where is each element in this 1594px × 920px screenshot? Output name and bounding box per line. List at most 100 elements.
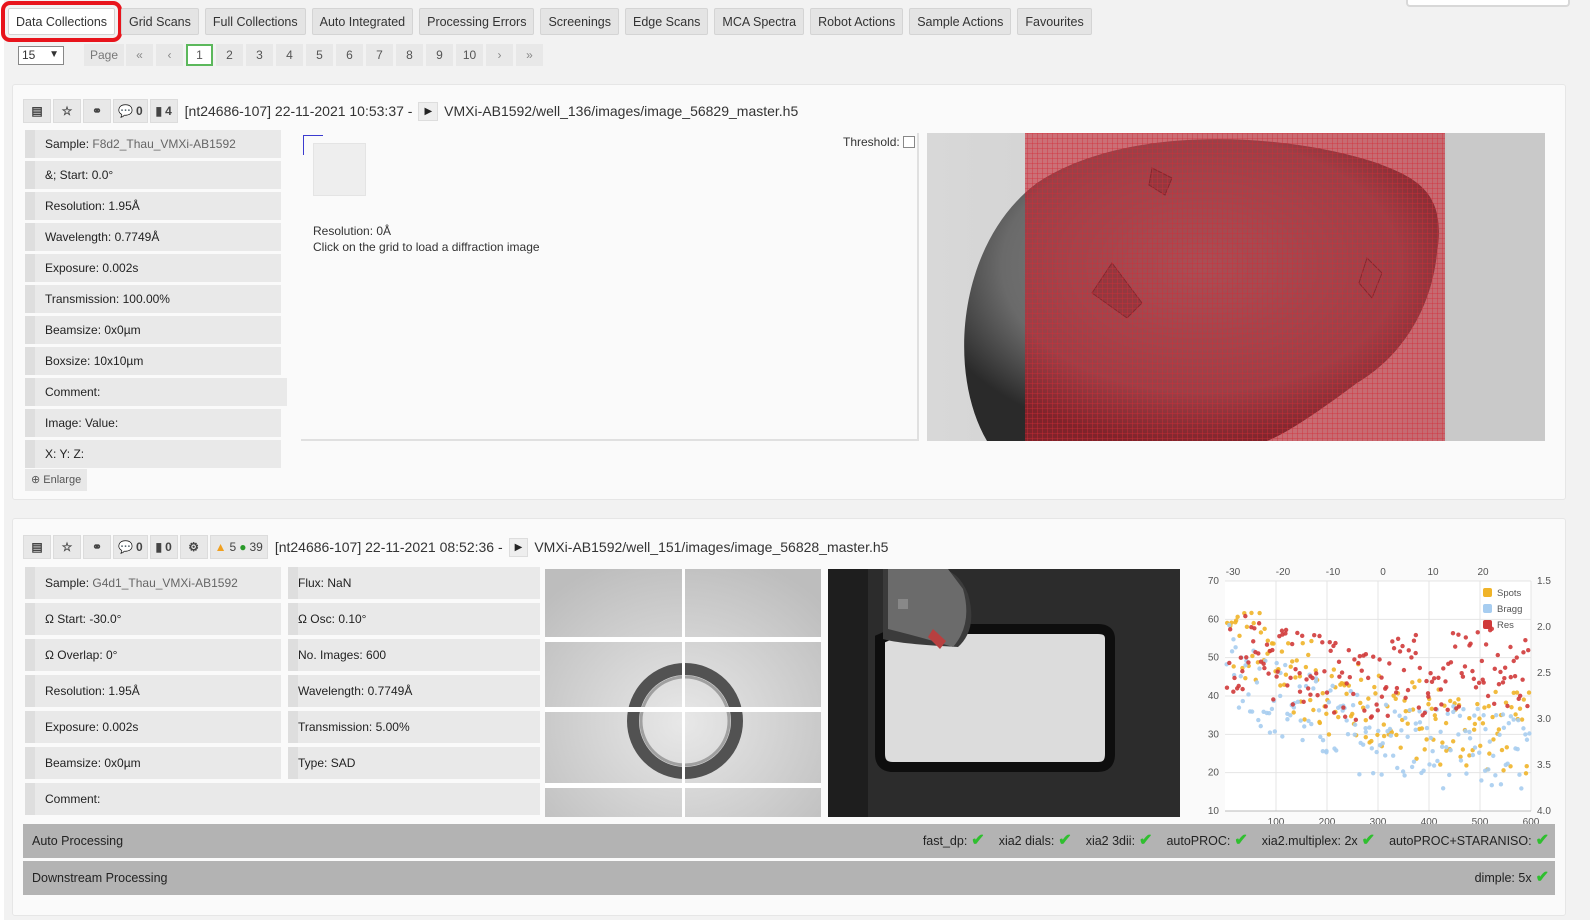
- proc-autoproc[interactable]: autoPROC: ✔: [1166, 824, 1247, 858]
- files-button[interactable]: ▮ 0: [149, 535, 178, 559]
- play-icon[interactable]: ▶: [418, 101, 439, 121]
- permalink-button[interactable]: ⚭: [83, 535, 111, 559]
- data-point-res: [1240, 686, 1245, 692]
- grid-scan-image[interactable]: [927, 133, 1545, 441]
- logbook-button[interactable]: ▤: [23, 535, 51, 559]
- page-link[interactable]: 4: [276, 44, 303, 66]
- play-icon[interactable]: ▶: [508, 537, 529, 557]
- diffraction-viewer[interactable]: Resolution: 0Å Click on the grid to load…: [301, 133, 919, 441]
- data-point-spots: [1443, 720, 1449, 726]
- proc-xia2-3dii[interactable]: xia2 3dii: ✔: [1086, 824, 1153, 858]
- data-point-bragg: [1417, 709, 1422, 714]
- proc-autoproc-staraniso[interactable]: autoPROC+STARANISO: ✔: [1389, 824, 1549, 858]
- data-point-bragg: [1240, 698, 1245, 704]
- favourite-button[interactable]: ☆: [53, 535, 81, 559]
- tab-full-collections[interactable]: Full Collections: [204, 8, 306, 35]
- tab-processing-errors[interactable]: Processing Errors: [419, 8, 535, 35]
- info-omega-osc: Ω Osc: 0.10°: [288, 603, 540, 635]
- page-link[interactable]: 3: [246, 44, 273, 66]
- tab-mca-spectra[interactable]: MCA Spectra: [714, 8, 805, 35]
- files-button[interactable]: ▮ 4: [149, 99, 178, 123]
- per-page-select[interactable]: 15 ▼: [18, 45, 64, 65]
- next-page-button[interactable]: ›: [486, 44, 513, 66]
- collection-date: [nt24686-107] 22-11-2021 08:52:36 -: [274, 539, 503, 555]
- downstream-processing-bar[interactable]: Downstream Processing dimple: 5x ✔: [23, 861, 1555, 895]
- diffraction-image[interactable]: [545, 569, 821, 817]
- auto-processing-bar[interactable]: Auto Processing fast_dp: ✔ xia2 dials: ✔ x…: [23, 824, 1555, 858]
- data-point-bragg: [1467, 729, 1472, 735]
- page-link[interactable]: 9: [426, 44, 453, 66]
- data-point-bragg: [1427, 762, 1432, 767]
- data-point-bragg: [1501, 725, 1507, 730]
- favourite-button[interactable]: ☆: [53, 99, 81, 123]
- x-top-tick-label: -20: [1276, 567, 1291, 578]
- info-omega-start: Ω Start: -30.0°: [25, 603, 281, 635]
- sample-snapshot[interactable]: [828, 569, 1180, 817]
- data-point-bragg: [1481, 713, 1486, 718]
- info-label: Sample:: [45, 137, 90, 151]
- data-point-res: [1333, 640, 1338, 646]
- proc-dimple[interactable]: dimple: 5x ✔: [1475, 861, 1549, 895]
- page-link[interactable]: 7: [366, 44, 393, 66]
- data-point-bragg: [1233, 645, 1238, 650]
- info-label: Boxsize:: [45, 354, 91, 368]
- tab-grid-scans[interactable]: Grid Scans: [121, 8, 199, 35]
- data-point-res: [1274, 674, 1279, 679]
- data-point-spots: [1519, 717, 1525, 722]
- page-link[interactable]: 5: [306, 44, 333, 66]
- page-link[interactable]: 8: [396, 44, 423, 66]
- data-point-res: [1243, 613, 1248, 619]
- page-link[interactable]: 2: [216, 44, 243, 66]
- data-point-spots: [1358, 700, 1363, 706]
- settings-button[interactable]: ⚙: [179, 535, 208, 559]
- data-point-res: [1502, 675, 1507, 681]
- threshold-checkbox[interactable]: [902, 136, 915, 148]
- tab-data-collections[interactable]: Data Collections: [0, 1, 123, 42]
- info-value: 5.00%: [375, 720, 410, 734]
- y-tick-label: 40: [1208, 691, 1220, 702]
- logbook-button[interactable]: ▤: [23, 99, 51, 123]
- page-link[interactable]: 6: [336, 44, 363, 66]
- tab-sample-actions[interactable]: Sample Actions: [909, 8, 1012, 35]
- data-point-spots: [1250, 653, 1255, 659]
- last-page-button[interactable]: »: [516, 44, 543, 66]
- proc-fast-dp[interactable]: fast_dp: ✔: [923, 824, 985, 858]
- info-value: -30.0°: [89, 612, 122, 626]
- proc-xia2-multiplex[interactable]: xia2.multiplex: 2x ✔: [1262, 824, 1375, 858]
- data-point-bragg: [1447, 772, 1452, 778]
- proc-xia2-dials[interactable]: xia2 dials: ✔: [999, 824, 1072, 858]
- tab-screenings[interactable]: Screenings: [540, 8, 619, 35]
- data-point-res: [1460, 674, 1466, 679]
- page-current[interactable]: 1: [186, 44, 213, 66]
- tab-favourites[interactable]: Favourites: [1017, 8, 1092, 35]
- data-point-spots: [1509, 705, 1514, 710]
- page-link[interactable]: 10: [456, 44, 483, 66]
- data-point-spots: [1373, 691, 1378, 696]
- prev-page-button[interactable]: ‹: [156, 44, 183, 66]
- comment-count: 0: [135, 104, 143, 118]
- legend-swatch: [1483, 588, 1492, 597]
- data-point-spots: [1283, 672, 1289, 677]
- data-point-res: [1468, 641, 1473, 646]
- top-right-widget[interactable]: [1406, 0, 1570, 7]
- dozor-plot[interactable]: 70 60 50 40 30 20 10 100 200 300 400 500 600 -30 -20 -1…: [1185, 561, 1565, 829]
- data-point-bragg: [1231, 637, 1236, 642]
- comments-button[interactable]: 💬 0: [113, 535, 148, 559]
- data-point-spots: [1258, 630, 1264, 635]
- tab-edge-scans[interactable]: Edge Scans: [625, 8, 709, 35]
- data-point-spots: [1237, 633, 1242, 639]
- alerts-button[interactable]: ▲ 5 ● 39: [209, 535, 268, 559]
- data-point-res: [1428, 670, 1433, 676]
- info-comment[interactable]: Comment:: [25, 378, 287, 406]
- tab-auto-integrated[interactable]: Auto Integrated: [311, 8, 414, 35]
- data-point-spots: [1375, 732, 1380, 738]
- first-page-button[interactable]: «: [126, 44, 153, 66]
- data-point-bragg: [1516, 717, 1521, 723]
- permalink-button[interactable]: ⚭: [83, 99, 111, 123]
- enlarge-button[interactable]: ⊕ Enlarge: [25, 469, 88, 491]
- book-icon: ▤: [31, 540, 43, 554]
- tab-robot-actions[interactable]: Robot Actions: [810, 8, 904, 35]
- data-point-bragg: [1527, 731, 1532, 736]
- info-comment[interactable]: Comment:: [25, 783, 540, 815]
- comments-button[interactable]: 💬 0: [113, 99, 148, 123]
